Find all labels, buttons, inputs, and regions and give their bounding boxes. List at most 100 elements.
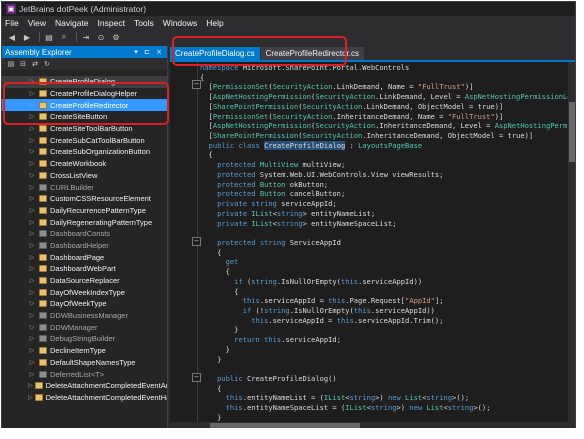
tree-item-label: DailyRegeneratingPatternType — [50, 217, 153, 227]
menu-file[interactable]: File — [5, 18, 19, 28]
expand-arrow-icon[interactable]: ▷ — [28, 148, 36, 155]
tree-item[interactable]: ▷ CreateProfileRedirector — [2, 99, 167, 112]
menu-help[interactable]: Help — [206, 18, 223, 28]
navigate-icon[interactable]: ⇥ — [80, 32, 92, 42]
code-editor[interactable]: − − − namespace Microsoft.SharePoint.Por… — [170, 62, 575, 428]
tree-item[interactable]: ▷ DailyRecurrencePatternType — [2, 205, 167, 217]
forward-icon[interactable]: ▶ — [21, 32, 33, 42]
expand-arrow-icon[interactable]: ▷ — [28, 265, 36, 272]
tree-item[interactable]: ▷ DebugStringBuilder — [2, 333, 167, 345]
tree-item[interactable]: ▷ CreateProfileDialogHelper — [2, 88, 167, 100]
tree-item-label: DashboardWebPart — [50, 264, 116, 274]
expand-arrow-icon[interactable]: ▷ — [28, 230, 36, 237]
class-icon — [38, 346, 47, 355]
tree-item[interactable]: ▷ CreateSiteButton — [2, 111, 167, 123]
open-icon[interactable]: ▤ — [43, 32, 55, 42]
tree-item[interactable]: ▷ DDWManager — [2, 321, 167, 333]
tree-item[interactable]: ▷ DeferredList<T> — [2, 368, 167, 380]
expand-arrow-icon[interactable]: ▷ — [28, 219, 36, 226]
tree-item-label: DailyRecurrencePatternType — [50, 205, 146, 215]
find-icon[interactable]: ⊙ — [95, 32, 107, 42]
main-toolbar: ◀ ▶ ▤ ⌕ ⇥ ⊙ ⚙ — [2, 30, 575, 44]
class-icon — [38, 136, 47, 145]
tree-item[interactable]: ▷ DashboardHelper — [2, 240, 167, 252]
tree-item[interactable]: ▷ DeleteAttachmentCompletedEventHand — [2, 392, 167, 404]
expand-arrow-icon[interactable]: ▷ — [28, 254, 36, 261]
vertical-scrollbar[interactable] — [568, 62, 575, 428]
tree-item[interactable]: ▷ DefaultShapeNamesType — [2, 357, 167, 369]
expand-arrow-icon[interactable]: ▷ — [28, 382, 33, 389]
tree-item[interactable]: ▷ DashboardConsts — [2, 228, 167, 240]
expand-arrow-icon[interactable]: ▷ — [28, 335, 36, 342]
open-assembly-icon[interactable]: ▤ — [6, 60, 16, 69]
menu-bar: File View Navigate Inspect Tools Windows… — [2, 16, 575, 30]
expand-arrow-icon[interactable]: ▷ — [28, 184, 36, 191]
expand-arrow-icon[interactable]: ▷ — [28, 172, 36, 179]
tree-item[interactable]: ▷ CreateSiteToolBarButton — [2, 123, 167, 135]
expand-arrow-icon[interactable]: ▷ — [28, 125, 36, 132]
tree-item[interactable]: ▷ DayOfWeekType — [2, 298, 167, 310]
tree-item[interactable]: ▷ CreateProfileDialog — [2, 76, 167, 88]
tab-create-profile-redirector[interactable]: CreateProfileRedirector.cs — [260, 47, 364, 60]
expand-arrow-icon[interactable]: ▷ — [28, 102, 36, 109]
settings-icon[interactable]: ⚙ — [110, 32, 122, 42]
tree-item-label: CreateWorkbook — [50, 159, 107, 169]
tree-item-label: DeferredList<T> — [50, 369, 105, 379]
class-icon — [38, 358, 47, 367]
tree-item[interactable]: ▷ DashboardWebPart — [2, 263, 167, 275]
menu-windows[interactable]: Windows — [163, 18, 197, 28]
expand-arrow-icon[interactable]: ▷ — [28, 207, 36, 214]
menu-tools[interactable]: Tools — [134, 18, 154, 28]
tree-item[interactable]: ▷ DataSourceReplacer — [2, 275, 167, 287]
pane-controls[interactable]: ▾ ⊏ × — [134, 48, 167, 56]
assembly-explorer-toolbar: ▤ ⊟ ⇄ ↻ — [2, 58, 167, 70]
expand-arrow-icon[interactable]: ▷ — [28, 277, 36, 284]
class-icon — [38, 218, 47, 227]
tree-item-label: DefaultShapeNamesType — [50, 357, 136, 367]
tree-item-label: DashboardConsts — [50, 229, 111, 239]
expand-arrow-icon[interactable]: ▷ — [28, 324, 36, 331]
tree-item[interactable]: ▷ CustomCSSResourceElement — [2, 193, 167, 205]
expand-arrow-icon[interactable]: ▷ — [28, 113, 36, 120]
expand-arrow-icon[interactable]: ▷ — [28, 78, 36, 85]
tree-item[interactable]: ▷ DeclineItemType — [2, 345, 167, 357]
tree-item[interactable]: ▷ DayOfWeekIndexType — [2, 286, 167, 298]
tree-item[interactable]: ▷ DDWBusinessManager — [2, 310, 167, 322]
expand-arrow-icon[interactable]: ▷ — [28, 195, 36, 202]
class-icon — [38, 311, 47, 320]
expand-arrow-icon[interactable]: ▷ — [28, 90, 36, 97]
tab-create-profile-dialog[interactable]: CreateProfileDialog.cs — [170, 47, 260, 60]
title-bar: ▣ JetBrains dotPeek (Administrator) — [2, 2, 575, 16]
menu-view[interactable]: View — [28, 18, 46, 28]
refresh-icon[interactable]: ↻ — [42, 60, 52, 69]
expand-arrow-icon[interactable]: ▷ — [28, 312, 36, 319]
expand-arrow-icon[interactable]: ▷ — [28, 160, 36, 167]
tree-item[interactable]: ▷ CreateSubOrganizationButton — [2, 146, 167, 158]
editor-tab-strip: CreateProfileDialog.cs CreateProfileRedi… — [170, 46, 575, 60]
sync-icon[interactable]: ⇄ — [30, 60, 40, 69]
expand-arrow-icon[interactable]: ▷ — [28, 300, 36, 307]
expand-arrow-icon[interactable]: ▷ — [28, 394, 33, 401]
back-icon[interactable]: ◀ — [6, 32, 18, 42]
search-icon[interactable]: ⌕ — [58, 32, 70, 42]
menu-inspect[interactable]: Inspect — [98, 18, 125, 28]
tree-item[interactable]: ▷ CreateWorkbook — [2, 158, 167, 170]
expand-arrow-icon[interactable]: ▷ — [28, 371, 36, 378]
expand-arrow-icon[interactable]: ▷ — [28, 242, 36, 249]
tree-item[interactable]: ▷ CreateSubCatToolBarButton — [2, 134, 167, 146]
tree-item[interactable]: ▷ DeleteAttachmentCompletedEventArgs — [2, 380, 167, 392]
expand-arrow-icon[interactable]: ▷ — [28, 289, 36, 296]
tree-item[interactable]: ▷ DailyRegeneratingPatternType — [2, 216, 167, 228]
expand-arrow-icon[interactable]: ▷ — [28, 359, 36, 366]
tree-item[interactable]: ▷ CURLBuilder — [2, 181, 167, 193]
tree-item-label: CreateProfileRedirector — [50, 100, 129, 110]
collapse-all-icon[interactable]: ⊟ — [18, 60, 28, 69]
expand-arrow-icon[interactable]: ▷ — [28, 347, 36, 354]
tree-item-label: CreateSubCatToolBarButton — [50, 135, 145, 145]
vertical-scroll-thumb[interactable] — [569, 102, 575, 162]
expand-arrow-icon[interactable]: ▷ — [28, 137, 36, 144]
tree-item[interactable]: ▷ CrossListView — [2, 170, 167, 182]
menu-navigate[interactable]: Navigate — [55, 18, 89, 28]
class-icon — [34, 393, 43, 402]
tree-item[interactable]: ▷ DashboardPage — [2, 251, 167, 263]
